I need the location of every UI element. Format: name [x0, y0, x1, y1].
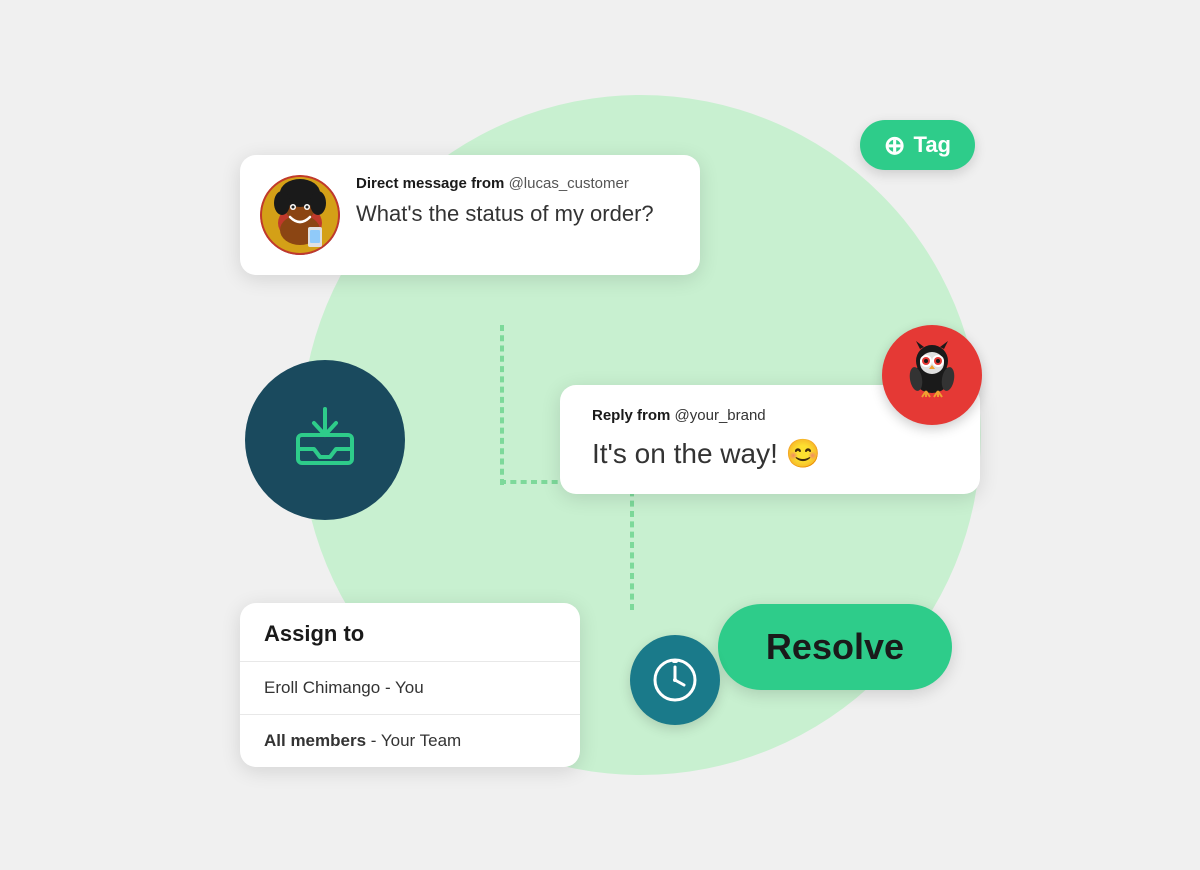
dm-header: Direct message from @lucas_customer	[356, 175, 654, 192]
reply-header-bold: Reply from	[592, 407, 670, 424]
clock-circle	[630, 635, 720, 725]
clock-icon	[650, 655, 700, 705]
assign-header-text: Assign to	[264, 621, 364, 646]
connector-line-1	[500, 325, 504, 485]
inbox-circle	[245, 360, 405, 520]
assign-row-1[interactable]: Eroll Chimango - You	[240, 662, 580, 715]
owl-icon	[902, 339, 962, 411]
tag-button[interactable]: ⊕ Tag	[860, 120, 975, 170]
dm-header-bold: Direct message from	[356, 175, 504, 192]
dm-content: Direct message from @lucas_customer What…	[356, 175, 654, 229]
reply-header: Reply from @your_brand	[592, 407, 948, 424]
connector-line-3	[630, 480, 634, 610]
avatar	[260, 175, 340, 255]
assign-row-1-text: Eroll Chimango - You	[264, 678, 424, 697]
reply-emoji: 😊	[786, 438, 821, 469]
resolve-button[interactable]: Resolve	[718, 604, 952, 690]
assign-row-2-bold: All members	[264, 731, 366, 750]
hootsuite-owl-circle	[882, 325, 982, 425]
plus-icon: ⊕	[884, 132, 906, 158]
scene: ⊕ Tag	[100, 25, 1100, 845]
reply-header-brand: @your_brand	[675, 407, 766, 424]
assign-row-2-suffix: - Your Team	[366, 731, 461, 750]
direct-message-card: Direct message from @lucas_customer What…	[240, 155, 700, 275]
assign-card: Assign to Eroll Chimango - You All membe…	[240, 603, 580, 767]
inbox-icon	[290, 405, 360, 475]
reply-message: It's on the way! 😊	[592, 436, 948, 472]
tag-label: Tag	[914, 132, 951, 158]
reply-text: It's on the way!	[592, 438, 778, 469]
owl-svg	[902, 339, 962, 399]
avatar-face	[260, 175, 340, 255]
dm-header-user: @lucas_customer	[509, 175, 629, 192]
assign-header: Assign to	[240, 603, 580, 662]
dm-message: What's the status of my order?	[356, 200, 654, 229]
resolve-label: Resolve	[766, 626, 904, 667]
assign-row-2[interactable]: All members - Your Team	[240, 715, 580, 767]
avatar-svg	[260, 175, 340, 255]
